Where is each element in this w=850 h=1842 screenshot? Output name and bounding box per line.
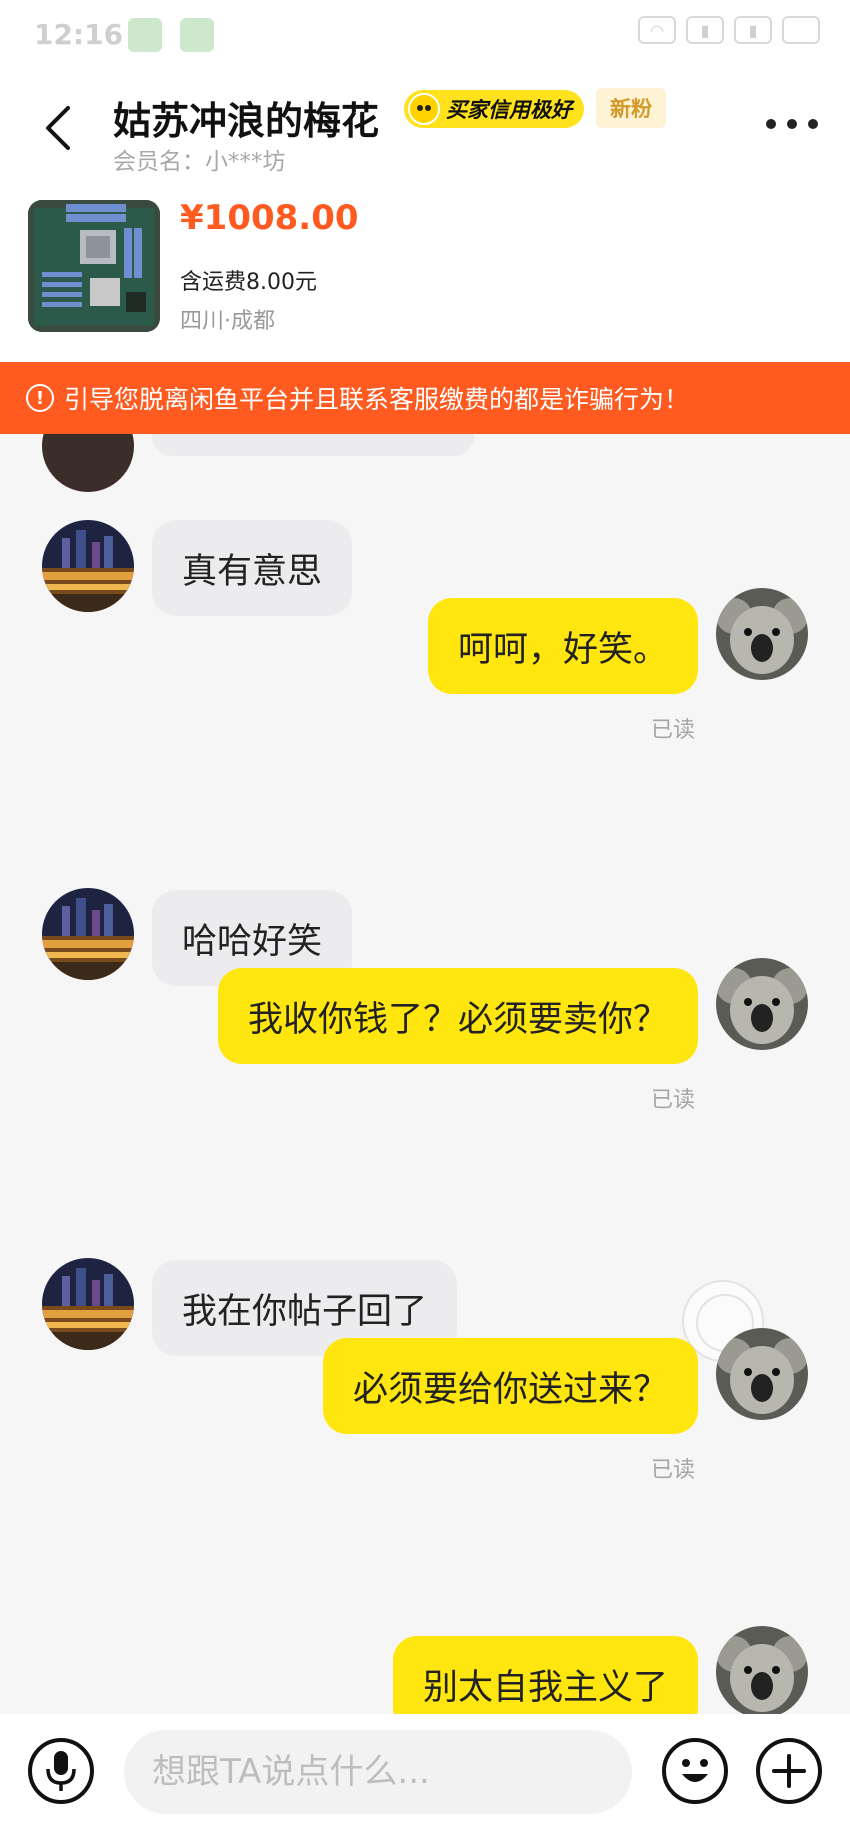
signal-icon: ▮: [734, 16, 772, 44]
seller-avatar[interactable]: [42, 1258, 134, 1350]
more-button[interactable]: [766, 112, 818, 136]
signal-icon: ▮: [686, 16, 724, 44]
koala-image: [716, 1328, 808, 1420]
koala-image: [716, 958, 808, 1050]
my-avatar[interactable]: [716, 958, 808, 1050]
outgoing-message[interactable]: 必须要给你送过来？: [322, 1338, 698, 1434]
my-avatar[interactable]: [716, 1626, 808, 1714]
more-dots-icon: [808, 119, 818, 129]
chat-messages[interactable]: 真有意思 呵呵，好笑。 已读 哈哈好笑 我收你钱了？必须要卖你？ 已读 我在你帖…: [0, 434, 850, 1714]
avatar[interactable]: [42, 434, 134, 492]
notification-icon: [180, 18, 214, 52]
city-night-image: [42, 1258, 134, 1350]
product-thumbnail[interactable]: [28, 200, 160, 332]
fraud-warning-banner: ! 引导您脱离闲鱼平台并且联系客服缴费的都是诈骗行为！: [0, 362, 850, 434]
plus-icon: [772, 1754, 806, 1788]
alert-icon: !: [26, 384, 54, 412]
seller-avatar[interactable]: [42, 888, 134, 980]
status-time: 12:16: [34, 18, 124, 51]
chat-header: 姑苏冲浪的梅花 买家信用极好 新粉 会员名：小***坊 ¥1008.00 含运费…: [0, 70, 850, 362]
status-bar: 12:16 ◠ ▮ ▮: [0, 0, 850, 70]
chevron-left-icon: [46, 106, 70, 150]
credit-badge-label: 买家信用极好: [446, 98, 572, 122]
credit-badge[interactable]: 买家信用极好: [404, 90, 584, 128]
my-avatar[interactable]: [716, 588, 808, 680]
koala-image: [716, 1626, 808, 1714]
new-fan-tag: 新粉: [596, 88, 666, 128]
motherboard-image: [28, 200, 160, 332]
microphone-icon: [46, 1751, 76, 1791]
message-bubble: [152, 434, 474, 456]
member-name: 会员名：小***坊: [113, 149, 286, 175]
read-status: 已读: [650, 1458, 695, 1483]
emoji-button[interactable]: [662, 1738, 728, 1804]
read-status: 已读: [650, 1088, 695, 1113]
city-night-image: [42, 888, 134, 980]
battery-icon: [782, 16, 820, 44]
notification-icon: [128, 18, 162, 52]
product-price: ¥1008.00: [180, 198, 359, 238]
city-night-image: [42, 520, 134, 612]
back-button[interactable]: [36, 98, 80, 158]
my-avatar[interactable]: [716, 1328, 808, 1420]
more-dots-icon: [787, 119, 797, 129]
message-input[interactable]: [124, 1730, 632, 1814]
seller-avatar[interactable]: [42, 520, 134, 612]
read-status: 已读: [650, 718, 695, 743]
more-dots-icon: [766, 119, 776, 129]
product-location: 四川·成都: [180, 309, 275, 334]
shipping-fee: 含运费8.00元: [180, 270, 317, 295]
seller-name[interactable]: 姑苏冲浪的梅花: [113, 90, 379, 145]
warning-text: 引导您脱离闲鱼平台并且联系客服缴费的都是诈骗行为！: [64, 385, 690, 414]
smiley-icon: [408, 93, 440, 125]
system-tray: ◠ ▮ ▮: [638, 16, 820, 44]
wifi-icon: ◠: [638, 16, 676, 44]
message-input-bar: [0, 1714, 850, 1842]
outgoing-message[interactable]: 我收你钱了？必须要卖你？: [217, 968, 698, 1064]
more-actions-button[interactable]: [756, 1738, 822, 1804]
incoming-message[interactable]: 真有意思: [152, 520, 353, 616]
koala-image: [716, 588, 808, 680]
emoji-icon: [682, 1759, 708, 1782]
voice-button[interactable]: [28, 1738, 94, 1804]
outgoing-message[interactable]: 呵呵，好笑。: [427, 598, 698, 694]
outgoing-message[interactable]: 别太自我主义了: [392, 1636, 698, 1714]
